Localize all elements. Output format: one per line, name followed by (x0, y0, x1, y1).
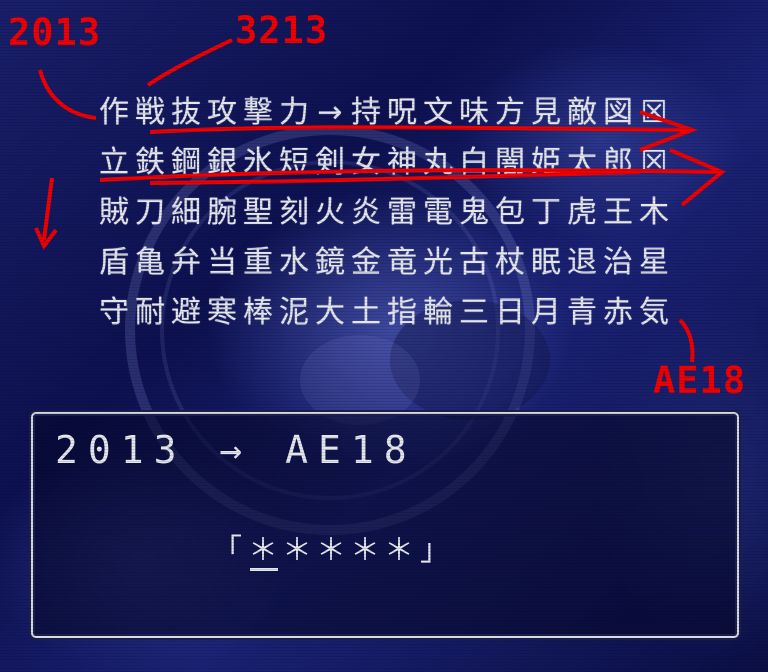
kanji-char[interactable]: 土 (348, 288, 384, 338)
kanji-char[interactable]: 光 (420, 238, 456, 288)
kanji-char[interactable]: 雷 (384, 188, 420, 238)
kanji-char[interactable]: ☒ (636, 88, 672, 138)
password-slot[interactable]: ＊ (246, 525, 280, 571)
kanji-char[interactable]: 月 (528, 288, 564, 338)
kanji-char[interactable]: 耐 (132, 288, 168, 338)
kanji-char[interactable]: 持 (348, 88, 384, 138)
kanji-char[interactable]: 文 (420, 88, 456, 138)
kanji-char[interactable]: 気 (636, 288, 672, 338)
kanji-char[interactable]: 見 (528, 88, 564, 138)
password-slot[interactable]: ＊ (348, 525, 382, 569)
kanji-char[interactable]: 方 (492, 88, 528, 138)
kanji-char[interactable]: 戦 (132, 88, 168, 138)
kanji-char[interactable]: 賊 (96, 188, 132, 238)
kanji-char[interactable]: 炎 (348, 188, 384, 238)
kanji-char[interactable]: 鬼 (456, 188, 492, 238)
kanji-char[interactable]: 木 (636, 188, 672, 238)
kanji-char[interactable]: 図 (600, 88, 636, 138)
kanji-char[interactable]: 撃 (240, 88, 276, 138)
kanji-char[interactable]: 三 (456, 288, 492, 338)
kanji-char[interactable]: 避 (168, 288, 204, 338)
kanji-char[interactable]: 丸 (420, 138, 456, 188)
kanji-char[interactable]: 泥 (276, 288, 312, 338)
kanji-char[interactable]: 腕 (204, 188, 240, 238)
kanji-char[interactable]: 眠 (528, 238, 564, 288)
kanji-char[interactable]: 寒 (204, 288, 240, 338)
kanji-char[interactable]: 丁 (528, 188, 564, 238)
kanji-char[interactable]: 力 (276, 88, 312, 138)
password-dialog: 2013 → AE18 「 ＊ ＊ ＊ ＊ ＊ 」 (31, 412, 739, 638)
kanji-char[interactable]: 水 (276, 238, 312, 288)
kanji-char[interactable]: 電 (420, 188, 456, 238)
kanji-char[interactable]: 太 (564, 138, 600, 188)
kanji-char[interactable]: 立 (96, 138, 132, 188)
kanji-char[interactable]: 白 (456, 138, 492, 188)
kanji-char[interactable]: 指 (384, 288, 420, 338)
kanji-char[interactable]: 大 (312, 288, 348, 338)
bracket-open: 「 (212, 533, 242, 568)
kanji-char[interactable]: 当 (204, 238, 240, 288)
kanji-char[interactable]: 短 (276, 138, 312, 188)
kanji-char[interactable]: 鉄 (132, 138, 168, 188)
bracket-close: 」 (420, 533, 450, 568)
kanji-char[interactable]: 神 (384, 138, 420, 188)
kanji-char[interactable]: 日 (492, 288, 528, 338)
kanji-char[interactable]: 守 (96, 288, 132, 338)
kanji-char[interactable]: 攻 (204, 88, 240, 138)
kanji-char[interactable]: 鏡 (312, 238, 348, 288)
kanji-char[interactable]: → (312, 88, 348, 138)
kanji-char[interactable]: 細 (168, 188, 204, 238)
password-slot[interactable]: ＊ (280, 525, 314, 569)
annotation-middle-code: 3213 (235, 9, 329, 52)
input-cursor (250, 568, 278, 571)
kanji-char[interactable]: 杖 (492, 238, 528, 288)
kanji-char[interactable]: 剣 (312, 138, 348, 188)
kanji-char[interactable]: 重 (240, 238, 276, 288)
kanji-char[interactable]: 郎 (600, 138, 636, 188)
kanji-char[interactable]: 竜 (384, 238, 420, 288)
kanji-char[interactable]: 古 (456, 238, 492, 288)
kanji-char[interactable]: 刻 (276, 188, 312, 238)
kanji-char[interactable]: 聖 (240, 188, 276, 238)
kanji-char[interactable]: 姫 (528, 138, 564, 188)
kanji-char[interactable]: 刀 (132, 188, 168, 238)
kanji-char[interactable]: 退 (564, 238, 600, 288)
kanji-char[interactable]: 王 (600, 188, 636, 238)
kanji-char[interactable]: 闇 (492, 138, 528, 188)
password-input[interactable]: 「 ＊ ＊ ＊ ＊ ＊ 」 (208, 524, 454, 571)
kanji-char[interactable]: 鋼 (168, 138, 204, 188)
password-slot[interactable]: ＊ (314, 525, 348, 569)
dialog-title: 2013 → AE18 (55, 428, 417, 472)
kanji-char[interactable]: 味 (456, 88, 492, 138)
kanji-char[interactable]: 棒 (240, 288, 276, 338)
kanji-char[interactable]: 弁 (168, 238, 204, 288)
kanji-char[interactable]: 赤 (600, 288, 636, 338)
kanji-char[interactable]: ☒ (636, 138, 672, 188)
kanji-char[interactable]: 抜 (168, 88, 204, 138)
kanji-char[interactable]: 盾 (96, 238, 132, 288)
kanji-char[interactable]: 星 (636, 238, 672, 288)
annotation-start-code: 2013 (8, 11, 102, 54)
password-character-grid: 作戦抜攻撃力 → 持呪文味方見敵図 ☒ 立鉄鋼銀氷短剣女神丸白闇姫太郎 ☒ 賊刀細腕聖刻火炎… (96, 88, 672, 338)
kanji-char[interactable]: 呪 (384, 88, 420, 138)
kanji-char[interactable]: 治 (600, 238, 636, 288)
kanji-char[interactable]: 敵 (564, 88, 600, 138)
password-slot[interactable]: ＊ (382, 525, 416, 569)
kanji-char[interactable]: 火 (312, 188, 348, 238)
kanji-char[interactable]: 虎 (564, 188, 600, 238)
kanji-char[interactable]: 作 (96, 88, 132, 138)
kanji-char[interactable]: 輪 (420, 288, 456, 338)
kanji-char[interactable]: 金 (348, 238, 384, 288)
annotation-end-code: AE18 (653, 359, 747, 402)
kanji-char[interactable]: 包 (492, 188, 528, 238)
kanji-char[interactable]: 氷 (240, 138, 276, 188)
kanji-char[interactable]: 女 (348, 138, 384, 188)
kanji-char[interactable]: 亀 (132, 238, 168, 288)
kanji-char[interactable]: 青 (564, 288, 600, 338)
kanji-char[interactable]: 銀 (204, 138, 240, 188)
